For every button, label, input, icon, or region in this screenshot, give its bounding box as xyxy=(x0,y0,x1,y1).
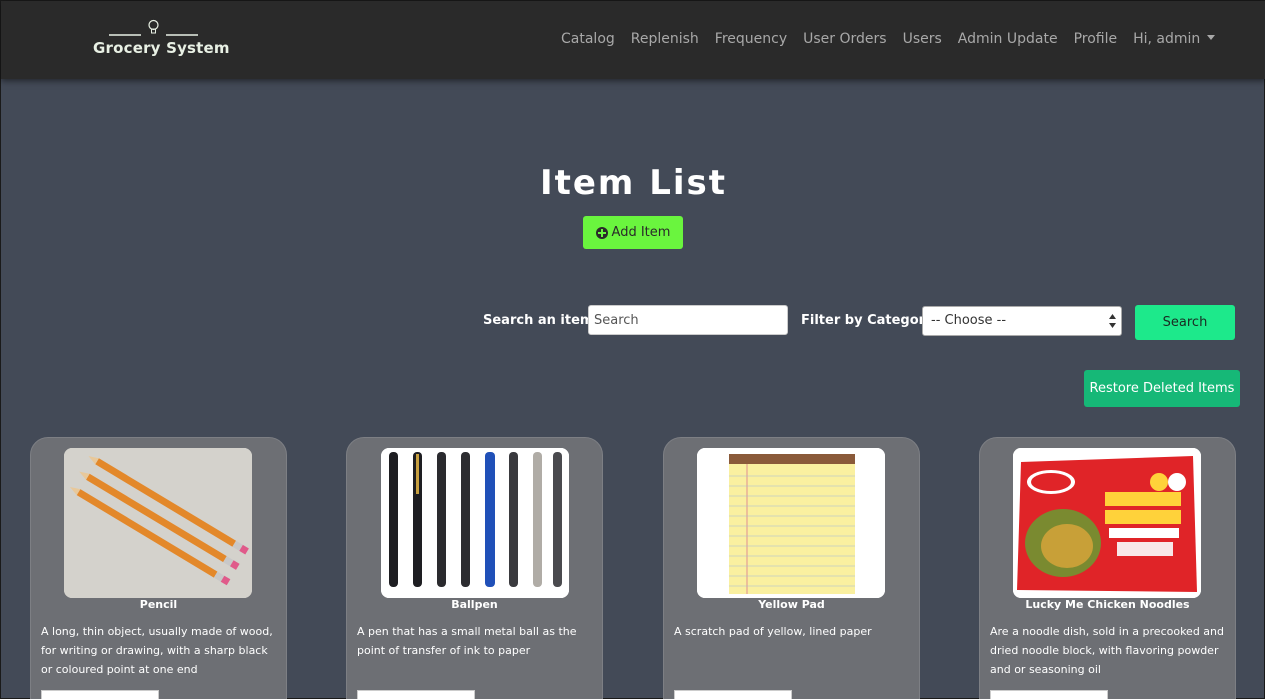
navbar: Grocery System Catalog Replenish Frequen… xyxy=(1,1,1265,79)
nav-frequency[interactable]: Frequency xyxy=(715,31,787,51)
add-item-label: Add Item xyxy=(611,225,671,240)
item-quantity-field[interactable] xyxy=(357,690,475,699)
search-label: Search an item: xyxy=(483,313,599,328)
category-select[interactable]: -- Choose -- xyxy=(922,306,1122,336)
caret-down-icon xyxy=(1207,35,1216,40)
item-name: Ballpen xyxy=(451,598,498,611)
lightbulb-icon xyxy=(109,19,198,36)
item-card-ballpen: Ballpen A pen that has a small metal bal… xyxy=(346,437,603,699)
item-description: A long, thin object, usually made of woo… xyxy=(41,625,273,676)
plus-circle-icon xyxy=(595,226,608,239)
item-image-ballpen xyxy=(381,448,569,598)
item-name: Lucky Me Chicken Noodles xyxy=(1025,598,1190,611)
brand-name: Grocery System xyxy=(93,39,230,57)
nav-users[interactable]: Users xyxy=(903,31,942,51)
restore-deleted-items-button[interactable]: Restore Deleted Items xyxy=(1084,370,1240,407)
item-image-noodles xyxy=(1013,448,1201,598)
item-quantity-field[interactable] xyxy=(41,690,159,699)
item-image-yellow-pad xyxy=(697,448,885,598)
item-name: Pencil xyxy=(139,598,178,611)
item-card-lucky-me-chicken-noodles: Lucky Me Chicken Noodles Are a noodle di… xyxy=(979,437,1236,699)
nav-user-orders[interactable]: User Orders xyxy=(803,31,886,51)
search-button[interactable]: Search xyxy=(1135,305,1235,340)
search-input[interactable] xyxy=(588,305,788,335)
item-card-yellow-pad: Yellow Pad A scratch pad of yellow, line… xyxy=(663,437,920,699)
select-arrows-icon xyxy=(1109,314,1116,328)
item-card-pencil: Pencil A long, thin object, usually made… xyxy=(30,437,287,699)
brand-logo[interactable]: Grocery System xyxy=(93,19,230,61)
user-menu-label: Hi, admin xyxy=(1133,31,1201,47)
nav-admin-update[interactable]: Admin Update xyxy=(958,31,1058,51)
add-item-button[interactable]: Add Item xyxy=(583,216,683,249)
item-image-pencil xyxy=(64,448,252,598)
item-name: Yellow Pad xyxy=(758,598,825,611)
filter-label: Filter by Category: xyxy=(801,313,939,328)
nav-catalog[interactable]: Catalog xyxy=(561,31,615,51)
item-description: A pen that has a small metal ball as the… xyxy=(357,625,577,657)
item-description: Are a noodle dish, sold in a precooked a… xyxy=(990,625,1224,676)
nav-replenish[interactable]: Replenish xyxy=(631,31,699,51)
item-description: A scratch pad of yellow, lined paper xyxy=(674,625,872,638)
nav-links: Catalog Replenish Frequency User Orders … xyxy=(561,31,1231,51)
user-menu-dropdown[interactable]: Hi, admin xyxy=(1133,31,1216,51)
page-title: Item List xyxy=(539,163,728,203)
item-quantity-field[interactable] xyxy=(674,690,792,699)
nav-profile[interactable]: Profile xyxy=(1074,31,1118,51)
item-quantity-field[interactable] xyxy=(990,690,1108,699)
category-select-value: -- Choose -- xyxy=(931,313,1007,328)
